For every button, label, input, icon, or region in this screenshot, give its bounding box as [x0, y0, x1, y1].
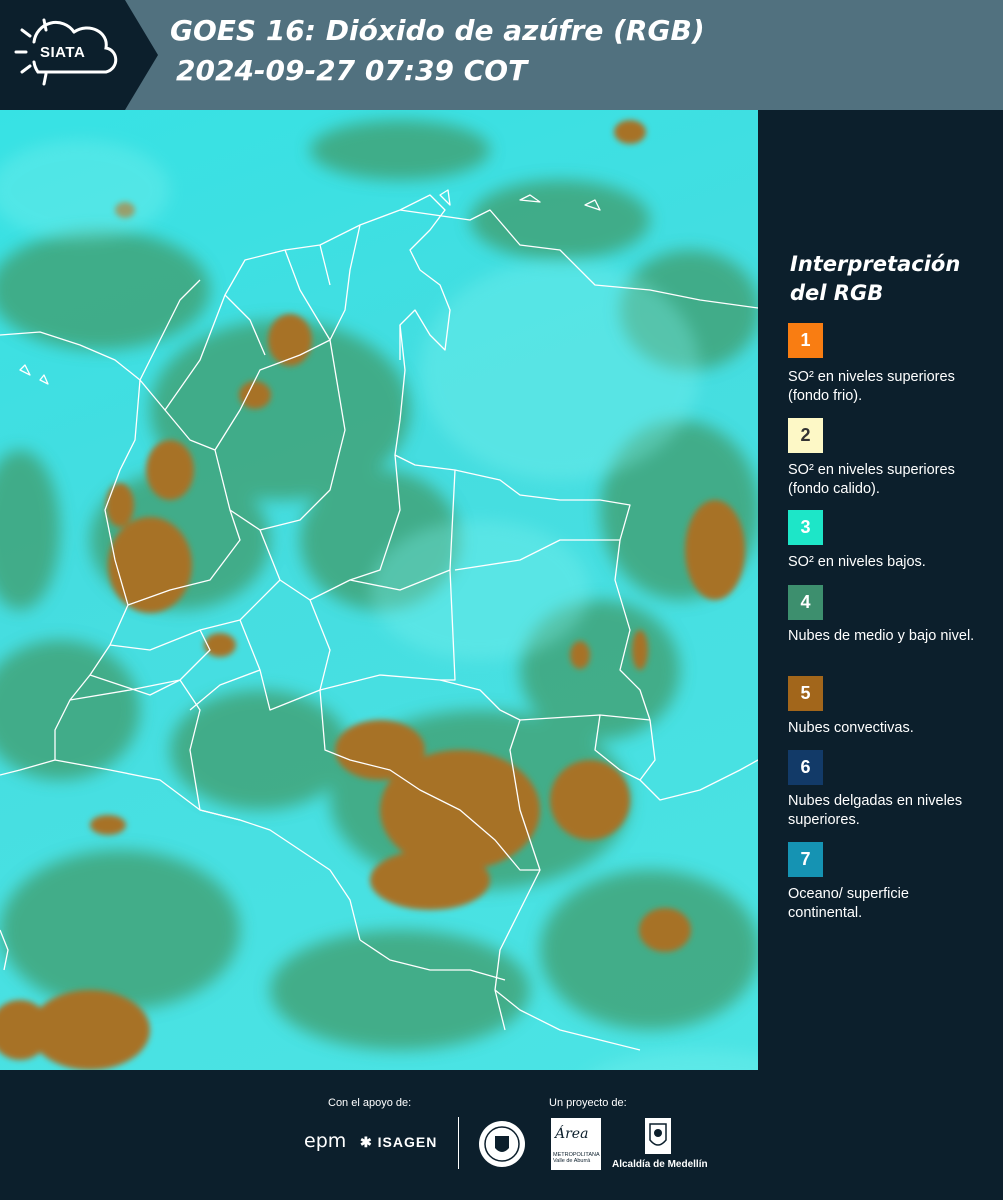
legend-swatch-4: 4 — [788, 585, 823, 620]
map-imagery — [0, 120, 758, 1070]
legend-number: 5 — [800, 683, 811, 703]
medellin-seal-icon — [479, 1121, 525, 1167]
legend-number: 4 — [800, 592, 811, 612]
legend-label-7: Oceano/ superficie continental. — [788, 886, 909, 921]
legend-label-3: SO² en niveles bajos. — [788, 554, 926, 570]
area-metropolitana-logo: Área METROPOLITANA Valle de Aburrá — [551, 1118, 601, 1170]
isagen-text: ISAGEN — [377, 1134, 438, 1150]
siata-logo-text: SIATA — [40, 44, 86, 61]
legend-number: 6 — [800, 757, 811, 777]
satellite-map[interactable] — [0, 110, 758, 1070]
legend-number: 3 — [800, 517, 811, 537]
legend-title: Interpretación del RGB — [790, 252, 961, 305]
area-logo-subtitle: METROPOLITANA Valle de Aburrá — [553, 1152, 600, 1164]
area-logo-text: Área — [555, 1126, 589, 1142]
legend-swatch-1: 1 — [788, 323, 823, 358]
project-label: Un proyecto de: — [549, 1097, 627, 1109]
footer-divider — [458, 1117, 459, 1169]
legend-label-2: SO² en niveles superiores (fondo calido)… — [788, 462, 955, 497]
isagen-mark-icon: ✱ — [360, 1134, 378, 1150]
legend-label-4: Nubes de medio y bajo nivel. — [788, 628, 975, 644]
isagen-logo: ✱ ISAGEN — [360, 1134, 437, 1151]
alcaldia-label: Alcaldía de Medellín — [612, 1159, 708, 1170]
legend-swatch-3: 3 — [788, 510, 823, 545]
legend-swatch-6: 6 — [788, 750, 823, 785]
legend-label-5: Nubes convectivas. — [788, 720, 914, 736]
support-label: Con el apoyo de: — [328, 1097, 412, 1109]
alcaldia-crest-icon — [645, 1118, 671, 1154]
epm-logo: epm — [304, 1130, 347, 1152]
legend-swatch-2: 2 — [788, 418, 823, 453]
legend-label-6: Nubes delgadas en niveles superiores. — [788, 793, 963, 828]
page-title: GOES 16: Dióxido de azúfre (RGB) — [170, 14, 705, 47]
legend-swatch-7: 7 — [788, 842, 823, 877]
timestamp: 2024-09-27 07:39 COT — [176, 54, 528, 87]
legend-number: 1 — [800, 330, 811, 350]
legend-number: 2 — [800, 425, 811, 445]
legend-label-1: SO² en niveles superiores (fondo frio). — [788, 369, 955, 404]
legend-swatch-5: 5 — [788, 676, 823, 711]
legend-number: 7 — [800, 849, 811, 869]
